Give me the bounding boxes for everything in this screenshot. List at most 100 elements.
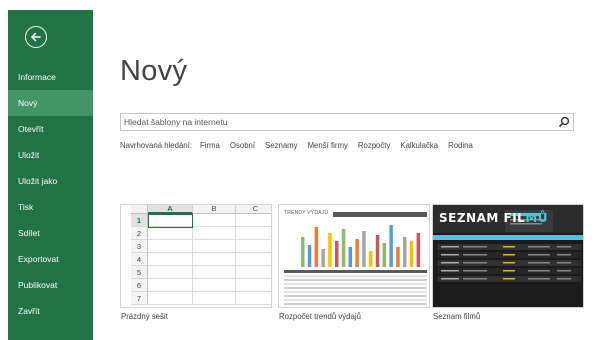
template-expense-trends[interactable]: TRENDY VÝDAJŮ Rozpočet trendů výdajů: [278, 204, 430, 321]
nav-item-informace[interactable]: Informace: [8, 64, 93, 90]
list-item-text: [557, 278, 571, 280]
row-header: 6: [131, 279, 148, 292]
list-item-text: [441, 278, 459, 280]
suggested-link-rozpocty[interactable]: Rozpočty: [358, 141, 391, 150]
list-item-text: [463, 278, 487, 280]
chart-bar: [341, 229, 346, 267]
search-icon[interactable]: [558, 116, 570, 128]
thumbnail-title: SEZNAM FILMŮ: [439, 211, 548, 225]
spreadsheet-grid-preview: A B C 1234567: [131, 205, 271, 307]
grid-cell: [193, 240, 236, 253]
list-item-text: [463, 254, 487, 256]
table-row: [284, 275, 427, 277]
nav-item-exportovat[interactable]: Exportovat: [8, 246, 93, 272]
list-item-text: [528, 254, 550, 256]
table-row: [284, 291, 427, 293]
template-search: [120, 113, 574, 131]
chart-bar: [409, 241, 414, 267]
excel-backstage: Informace Nový Otevřít Uložit Uložit jak…: [8, 10, 596, 340]
table-row: [284, 299, 427, 301]
list-item-text: [463, 270, 487, 272]
row-header: 5: [131, 266, 148, 279]
grid-cell: [148, 240, 193, 253]
table-row: [284, 295, 427, 297]
nav-item-publikovat[interactable]: Publikovat: [8, 272, 93, 298]
chart-bar: [355, 239, 359, 267]
table-row: [284, 303, 427, 305]
list-item-text: [441, 254, 459, 256]
new-workbook-pane: Nový Navrhovaná hledání: Firma Osobní Se…: [93, 10, 596, 340]
suggested-link-firma[interactable]: Firma: [200, 141, 220, 150]
chart-bar: [389, 225, 393, 267]
template-thumbnail[interactable]: TRENDY VÝDAJŮ: [278, 204, 430, 308]
list-item-text: [557, 270, 571, 272]
chart-bar: [307, 245, 312, 267]
grid-cell: [236, 279, 271, 292]
grid-cell: [236, 266, 271, 279]
template-blank-workbook[interactable]: A B C 1234567 Prázdný sešit: [120, 204, 272, 321]
nav-item-ulozit-jako[interactable]: Uložit jako: [8, 168, 93, 194]
grid-cell: [236, 214, 271, 227]
list-item-text: [503, 278, 515, 280]
table-row: [284, 279, 427, 281]
suggested-searches-label: Navrhovaná hledání:: [120, 141, 192, 150]
column-header: B: [193, 205, 236, 214]
page-title: Nový: [120, 55, 188, 87]
chart-bar: [375, 235, 380, 267]
template-name: Seznam filmů: [433, 312, 481, 321]
grid-cell: [193, 292, 236, 305]
nav-item-ulozit[interactable]: Uložit: [8, 142, 93, 168]
suggested-link-osobni[interactable]: Osobní: [230, 141, 255, 150]
chart-bar: [314, 227, 319, 267]
nav-item-novy[interactable]: Nový: [8, 90, 93, 116]
chart-bar: [369, 251, 373, 267]
list-item-text: [528, 246, 550, 248]
chart-bar: [335, 241, 339, 267]
chart-bar: [396, 247, 400, 267]
nav-item-zavrit[interactable]: Zavřít: [8, 298, 93, 324]
row-header: 2: [131, 227, 148, 240]
grid-cell: [193, 266, 236, 279]
grid-cell: [148, 279, 193, 292]
grid-cell: [148, 227, 193, 240]
grid-corner: [131, 205, 148, 214]
grid-cell: [148, 266, 193, 279]
template-movie-list[interactable]: SEZNAM FILMŮ Seznam filmů: [432, 204, 584, 321]
grid-cell: [193, 279, 236, 292]
suggested-link-kalkulacka[interactable]: Kalkulačka: [400, 141, 438, 150]
table-row: [284, 283, 427, 285]
column-header: A: [148, 205, 193, 214]
grid-cell: [148, 253, 193, 266]
suggested-searches: Navrhovaná hledání: Firma Osobní Seznamy…: [120, 141, 473, 150]
template-name: Prázdný sešit: [121, 312, 168, 321]
nav-item-tisk[interactable]: Tisk: [8, 194, 93, 220]
list-item-text: [503, 270, 515, 272]
nav-item-sdilet[interactable]: Sdílet: [8, 220, 93, 246]
chart-bar: [416, 233, 421, 267]
suggested-link-rodina[interactable]: Rodina: [448, 141, 473, 150]
template-search-input[interactable]: [121, 114, 554, 130]
back-arrow-icon: [30, 32, 41, 42]
chart-bar: [348, 247, 353, 267]
grid-cell: [148, 292, 193, 305]
template-thumbnail[interactable]: SEZNAM FILMŮ: [432, 204, 584, 308]
backstage-sidebar: Informace Nový Otevřít Uložit Uložit jak…: [8, 10, 93, 340]
suggested-link-seznamy[interactable]: Seznamy: [265, 141, 298, 150]
grid-cell: [193, 253, 236, 266]
chart-bar: [301, 237, 305, 267]
nav-item-otevrit[interactable]: Otevřít: [8, 116, 93, 142]
list-item-text: [557, 246, 571, 248]
back-button[interactable]: [25, 26, 47, 48]
grid-cell: [236, 292, 271, 305]
list-item-text: [441, 270, 459, 272]
column-header: C: [236, 205, 271, 214]
list-item-text: [503, 246, 515, 248]
row-header: 7: [131, 292, 148, 305]
list-item-text: [528, 262, 550, 264]
list-item-text: [528, 270, 550, 272]
list-item-text: [463, 246, 487, 248]
suggested-link-mensi-firmy[interactable]: Menší firmy: [308, 141, 348, 150]
list-item-text: [463, 262, 487, 264]
template-thumbnail[interactable]: A B C 1234567: [120, 204, 272, 308]
template-name: Rozpočet trendů výdajů: [279, 312, 361, 321]
